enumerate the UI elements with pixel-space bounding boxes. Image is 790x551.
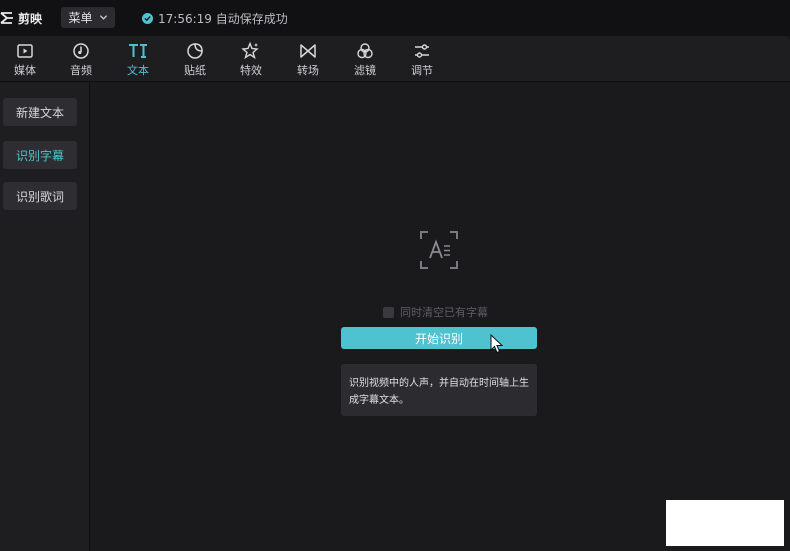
resource-toolbar: 媒体 音频 文本 贴纸 特效 转场 滤镜 调节	[0, 36, 790, 82]
tab-text[interactable]: 文本	[113, 39, 163, 81]
recognition-tip-text: 识别视频中的人声，并自动在时间轴上生成字幕文本。	[349, 378, 529, 406]
recognition-tip: 识别视频中的人声，并自动在时间轴上生成字幕文本。	[341, 364, 537, 416]
start-recognition-label: 开始识别	[414, 331, 463, 346]
sticker-icon	[187, 43, 203, 59]
clear-existing-subtitles-option[interactable]: 同时清空已有字幕	[383, 304, 488, 320]
tab-audio-label: 音频	[70, 64, 92, 77]
effects-icon	[241, 41, 259, 60]
tab-filter-label: 滤镜	[354, 64, 376, 77]
app-window: 剪映 菜单 17:56:19 自动保存成功 媒体 音频 文本 贴纸 特效 转场 …	[0, 0, 790, 551]
sidebar-item-label: 识别歌词	[15, 189, 64, 204]
menu-button-label: 菜单	[68, 11, 93, 25]
sidebar-item-label: 识别字幕	[15, 148, 64, 163]
tab-sticker-label: 贴纸	[184, 64, 206, 77]
app-name: 剪映	[18, 11, 43, 26]
mouse-cursor-icon	[490, 334, 504, 354]
autosave-status: 17:56:19 自动保存成功	[142, 10, 288, 26]
tab-transition[interactable]: 转场	[283, 39, 333, 81]
tab-adjust[interactable]: 调节	[397, 39, 447, 81]
tab-effects-label: 特效	[240, 64, 262, 77]
subtitle-recognition-panel: 同时清空已有字幕 开始识别 识别视频中的人声，并自动在时间轴上生成字幕文本。	[90, 82, 790, 551]
clear-subtitles-checkbox[interactable]	[383, 306, 394, 318]
sidebar-item-recognize-lyrics[interactable]: 识别歌词	[3, 182, 77, 210]
audio-icon	[73, 43, 89, 59]
adjust-icon	[415, 44, 429, 58]
capcut-logo-icon	[0, 12, 13, 24]
media-icon	[17, 44, 33, 58]
text-recognition-icon	[420, 231, 458, 269]
tab-text-label: 文本	[127, 64, 149, 77]
clear-subtitles-label: 同时清空已有字幕	[400, 306, 488, 319]
title-bar: 剪映 菜单 17:56:19 自动保存成功	[0, 0, 790, 36]
text-icon	[129, 44, 147, 58]
sidebar-item-new-text[interactable]: 新建文本	[3, 98, 77, 126]
tab-audio[interactable]: 音频	[56, 39, 106, 81]
tab-effects[interactable]: 特效	[226, 39, 276, 81]
tab-transition-label: 转场	[297, 64, 319, 77]
tab-sticker[interactable]: 贴纸	[170, 39, 220, 81]
text-category-sidebar: 新建文本 识别字幕 识别歌词	[0, 82, 90, 551]
app-logo: 剪映	[0, 7, 42, 29]
tab-media[interactable]: 媒体	[0, 39, 50, 81]
chevron-down-icon	[99, 15, 107, 20]
tab-filter[interactable]: 滤镜	[340, 39, 390, 81]
tab-adjust-label: 调节	[411, 64, 433, 77]
sidebar-item-recognize-subtitles[interactable]: 识别字幕	[3, 141, 77, 169]
tab-media-label: 媒体	[14, 64, 36, 77]
menu-button[interactable]: 菜单	[61, 7, 115, 28]
blank-overlay	[666, 500, 784, 546]
sidebar-item-label: 新建文本	[15, 105, 64, 120]
filter-icon	[357, 43, 373, 59]
transition-icon	[300, 44, 316, 58]
autosave-text: 17:56:19 自动保存成功	[158, 11, 288, 26]
start-recognition-button[interactable]: 开始识别	[341, 327, 537, 349]
check-circle-icon	[142, 12, 153, 24]
